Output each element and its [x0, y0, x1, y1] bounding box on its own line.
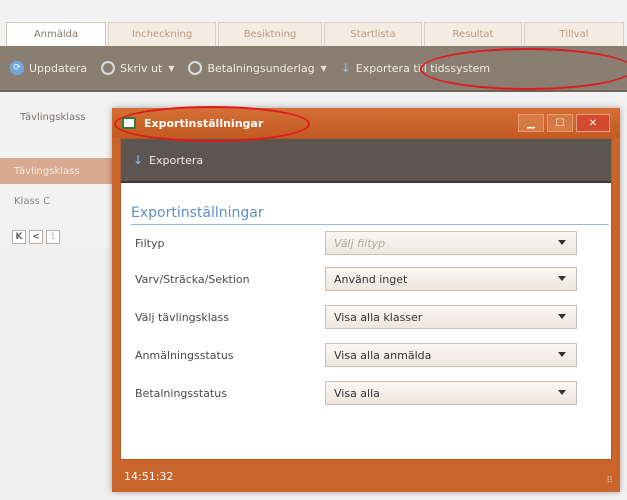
- chevron-down-icon: [558, 352, 566, 357]
- tab-bar: Anmälda Incheckning Besiktning Startlist…: [6, 22, 627, 46]
- export-settings-dialog: Exportinställningar ▁ ☐ ✕ ↓ Exportera Ex…: [112, 108, 620, 492]
- class-label: Välj tävlingsklass: [135, 311, 230, 324]
- filetype-label: Filtyp: [135, 237, 165, 250]
- form-row-filetype: Filtyp Välj filtyp: [135, 231, 595, 261]
- chevron-down-icon: ▼: [168, 63, 175, 73]
- export-to-timing-button[interactable]: ↓ Exportera till tidssystem: [341, 61, 490, 75]
- registration-status-select[interactable]: Visa alla anmälda: [325, 343, 577, 367]
- window-icon: [122, 117, 136, 129]
- dialog-status-bar: 14:51:32 ⠿: [112, 460, 620, 492]
- payment-button[interactable]: Betalningsunderlag ▼: [188, 61, 327, 75]
- resize-grip-icon[interactable]: ⠿: [606, 476, 613, 486]
- lap-value: Använd inget: [334, 272, 408, 286]
- document-icon: [188, 61, 203, 75]
- page-number-button[interactable]: 1: [46, 230, 60, 244]
- chevron-down-icon: [558, 314, 566, 319]
- print-button[interactable]: Skriv ut ▼: [101, 61, 174, 75]
- tab-tillval[interactable]: Tillval: [524, 22, 624, 46]
- first-page-button[interactable]: K: [12, 230, 26, 244]
- class-column-header-label: Tävlingsklass: [14, 165, 80, 177]
- lap-label: Varv/Sträcka/Sektion: [135, 273, 250, 286]
- form-row-lap: Varv/Sträcka/Sektion Använd inget: [135, 267, 595, 297]
- window-controls: ▁ ☐ ✕: [518, 114, 610, 132]
- class-value: Visa alla klasser: [334, 310, 423, 324]
- class-column-header[interactable]: Tävlingsklass: [0, 158, 112, 184]
- class-select[interactable]: Visa alla klasser: [325, 305, 577, 329]
- chevron-down-icon: [558, 390, 566, 395]
- pager: K < 1: [12, 230, 60, 244]
- filetype-value: Välj filtyp: [334, 236, 386, 250]
- print-label: Skriv ut: [120, 61, 163, 75]
- tab-anmalda[interactable]: Anmälda: [6, 22, 106, 46]
- payment-status-value: Visa alla: [334, 386, 380, 400]
- dialog-body: ↓ Exportera Exportinställningar Filtyp V…: [120, 138, 612, 460]
- update-label: Uppdatera: [29, 61, 88, 75]
- tab-resultat[interactable]: Resultat: [424, 22, 522, 46]
- minimize-button[interactable]: ▁: [518, 114, 544, 132]
- dialog-toolbar: ↓ Exportera: [121, 139, 611, 183]
- tab-incheckning[interactable]: Incheckning: [108, 22, 216, 46]
- export-label: Exportera: [149, 153, 204, 167]
- tab-startlista[interactable]: Startlista: [324, 22, 422, 46]
- chevron-down-icon: ▼: [320, 63, 327, 73]
- section-title: Exportinställningar: [131, 205, 609, 225]
- maximize-button[interactable]: ☐: [547, 114, 573, 132]
- class-row[interactable]: Klass C: [14, 196, 50, 207]
- empty-area: [0, 248, 112, 500]
- download-arrow-icon: ↓: [133, 153, 144, 167]
- download-arrow-icon: ↓: [340, 61, 351, 75]
- payment-status-label: Betalningsstatus: [135, 387, 227, 400]
- refresh-icon: ⟳: [10, 61, 24, 75]
- form-row-class: Välj tävlingsklass Visa alla klasser: [135, 305, 595, 335]
- export-to-timing-label: Exportera till tidssystem: [355, 61, 491, 75]
- payment-status-select[interactable]: Visa alla: [325, 381, 577, 405]
- chevron-down-icon: [558, 240, 566, 245]
- dialog-title: Exportinställningar: [144, 116, 264, 130]
- tab-besiktning[interactable]: Besiktning: [218, 22, 322, 46]
- class-filter-label: Tävlingsklass: [20, 112, 86, 123]
- form-row-payment-status: Betalningsstatus Visa alla: [135, 381, 595, 411]
- chevron-down-icon: [558, 276, 566, 281]
- main-toolbar: ⟳ Uppdatera Skriv ut ▼ Betalningsunderla…: [0, 46, 627, 92]
- status-time: 14:51:32: [124, 469, 174, 483]
- previous-page-button[interactable]: <: [29, 230, 43, 244]
- print-icon: [101, 61, 116, 75]
- export-button[interactable]: ↓ Exportera: [133, 153, 203, 167]
- update-button[interactable]: ⟳ Uppdatera: [10, 61, 87, 75]
- registration-status-value: Visa alla anmälda: [334, 348, 432, 362]
- close-button[interactable]: ✕: [576, 114, 610, 132]
- payment-label: Betalningsunderlag: [207, 61, 315, 75]
- registration-status-label: Anmälningsstatus: [135, 349, 234, 362]
- filetype-select[interactable]: Välj filtyp: [325, 231, 577, 255]
- lap-select[interactable]: Använd inget: [325, 267, 577, 291]
- form-row-registration-status: Anmälningsstatus Visa alla anmälda: [135, 343, 595, 373]
- dialog-title-bar[interactable]: Exportinställningar ▁ ☐ ✕: [112, 108, 620, 138]
